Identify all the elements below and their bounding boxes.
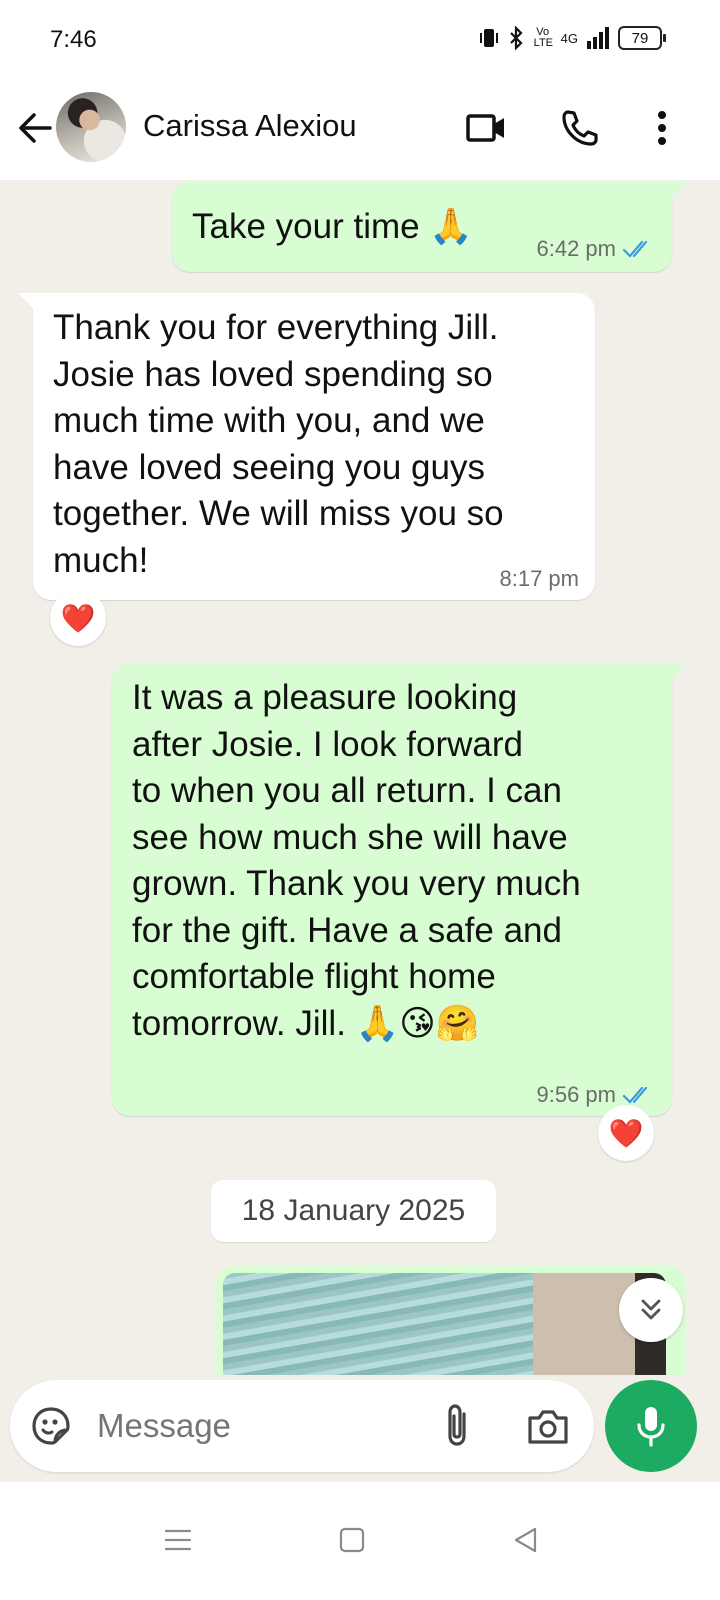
heart-reaction[interactable]: ❤️ xyxy=(598,1105,654,1161)
message-time: 8:17 pm xyxy=(499,566,580,591)
system-navigation-bar xyxy=(0,1482,720,1600)
back-arrow-icon[interactable] xyxy=(14,106,58,150)
message-meta: 9:56 pm xyxy=(537,1082,657,1108)
bubble-tail xyxy=(18,293,36,311)
status-icons: Vo LTE 4G 79 xyxy=(478,26,666,50)
video-call-icon[interactable] xyxy=(464,106,508,150)
chat-area[interactable]: Take your time 🙏 6:42 pm Thank you for e… xyxy=(0,180,720,1375)
read-ticks-icon xyxy=(622,1086,648,1104)
sticker-icon[interactable] xyxy=(30,1405,72,1447)
message-time: 9:56 pm xyxy=(536,1082,617,1107)
bubble-tail xyxy=(669,663,687,681)
image-message[interactable] xyxy=(216,1266,686,1375)
menu-icon[interactable] xyxy=(160,1522,196,1558)
message-meta: 6:42 pm xyxy=(537,236,657,262)
message-text: Thank you for everything Jill. Josie has… xyxy=(53,308,504,580)
phone-icon[interactable] xyxy=(558,106,602,150)
status-time: 7:46 xyxy=(50,26,97,53)
message-text: Take your time 🙏 xyxy=(192,207,473,246)
message-composer xyxy=(10,1380,594,1472)
contact-name[interactable]: Carissa Alexiou xyxy=(143,108,357,144)
reaction-emoji: ❤️ xyxy=(608,1117,644,1149)
message-time: 6:42 pm xyxy=(536,236,617,261)
bubble-tail xyxy=(669,182,687,200)
network-label: 4G xyxy=(560,30,578,46)
date-label: 18 January 2025 xyxy=(241,1194,466,1227)
scroll-to-bottom-button[interactable] xyxy=(619,1278,683,1342)
message-input[interactable] xyxy=(95,1400,419,1452)
status-bar: 7:46 Vo LTE 4G 79 xyxy=(0,0,720,84)
bluetooth-icon xyxy=(509,26,523,50)
incoming-message[interactable]: Thank you for everything Jill. Josie has… xyxy=(18,293,595,600)
home-icon[interactable] xyxy=(334,1522,370,1558)
signal-icon xyxy=(587,27,609,49)
voice-message-button[interactable] xyxy=(605,1380,697,1472)
image-thumbnail[interactable] xyxy=(223,1273,666,1375)
more-options-icon[interactable] xyxy=(640,106,684,150)
outgoing-message[interactable]: Take your time 🙏 6:42 pm xyxy=(172,182,687,272)
avatar[interactable] xyxy=(56,92,126,162)
read-ticks-icon xyxy=(622,240,648,258)
back-nav-icon[interactable] xyxy=(508,1522,544,1558)
reaction-emoji: ❤️ xyxy=(60,602,96,634)
attach-icon[interactable] xyxy=(440,1402,474,1450)
volte-label: Vo LTE xyxy=(533,26,554,49)
outgoing-message[interactable]: It was a pleasure looking after Josie. I… xyxy=(112,663,687,1116)
microphone-icon xyxy=(637,1407,665,1447)
chat-header: Carissa Alexiou xyxy=(0,84,720,180)
battery-indicator: 79 xyxy=(618,26,666,50)
date-separator: 18 January 2025 xyxy=(211,1180,496,1242)
double-chevron-down-icon xyxy=(641,1299,661,1320)
message-text: It was a pleasure looking after Josie. I… xyxy=(132,678,581,1043)
heart-reaction[interactable]: ❤️ xyxy=(50,590,106,646)
vibrate-icon xyxy=(479,29,498,47)
camera-icon[interactable] xyxy=(526,1406,570,1446)
message-meta: 8:17 pm xyxy=(500,566,580,592)
